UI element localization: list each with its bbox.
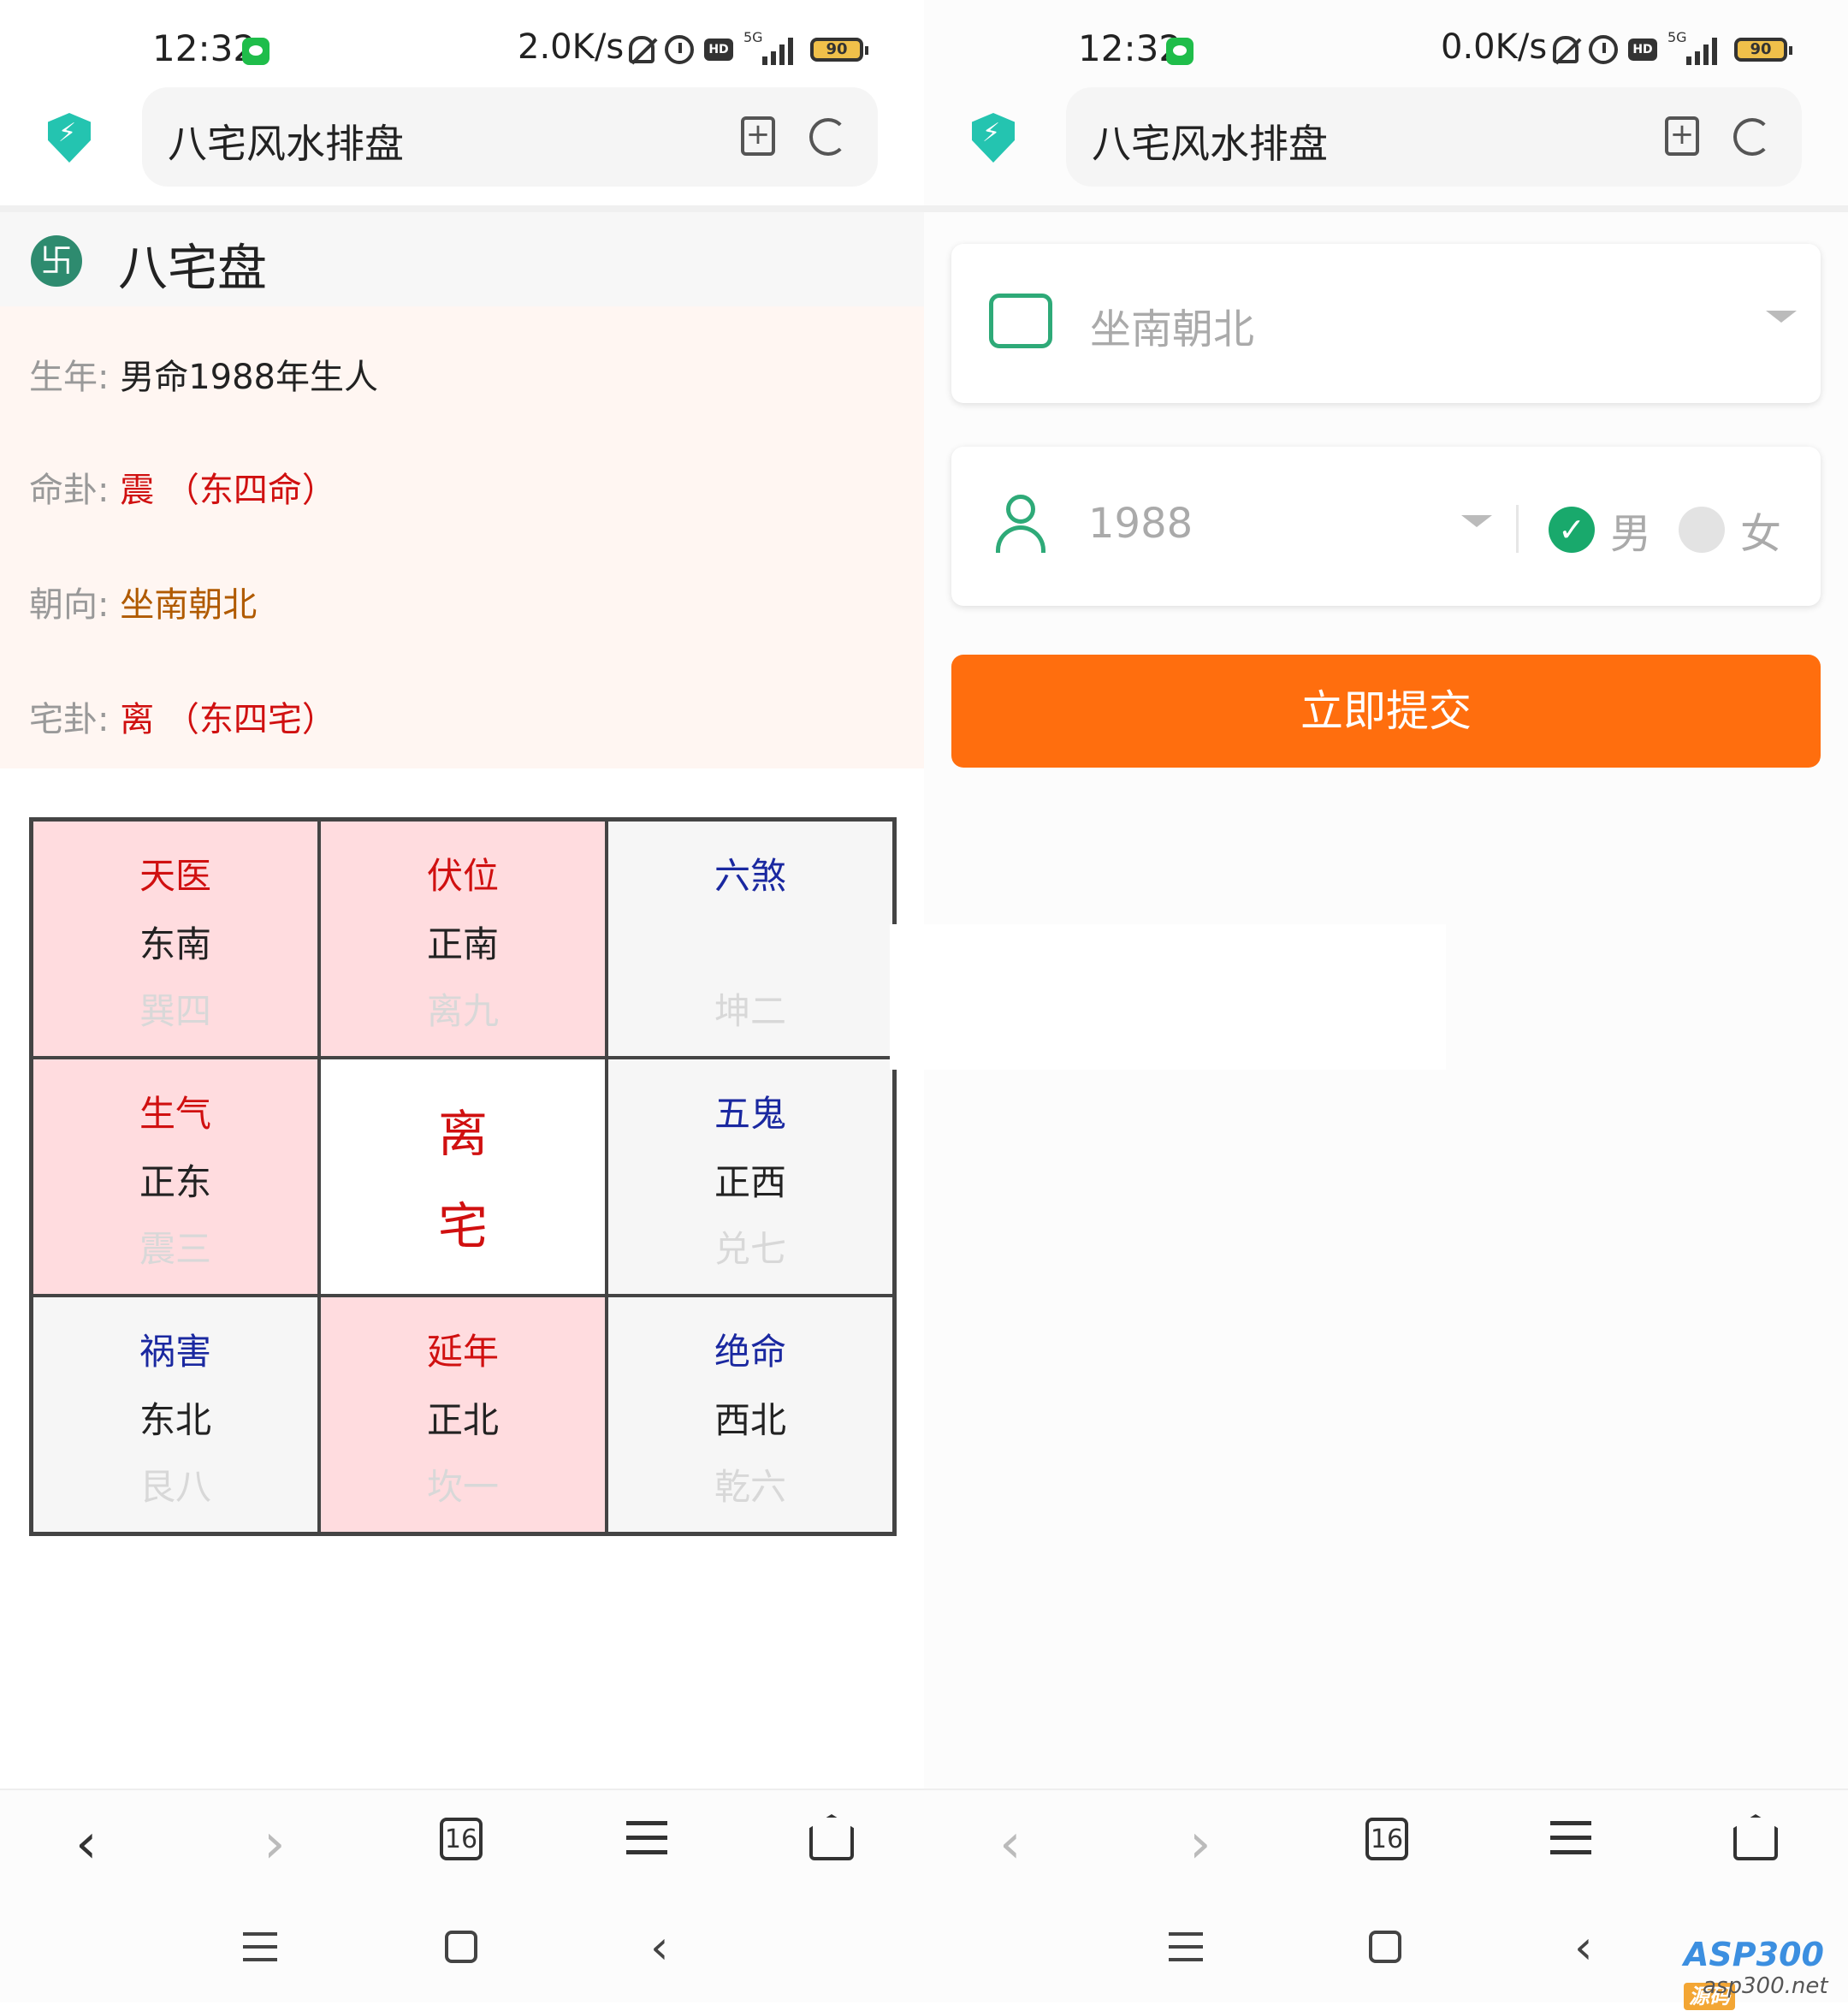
security-shield-icon[interactable]	[972, 113, 1015, 163]
watermark-brand: ASP300	[1684, 1936, 1824, 1973]
grid-cell: 天医 东南 巽四	[32, 820, 319, 1058]
mute-bell-icon	[629, 36, 654, 63]
chevron-down-icon[interactable]	[1461, 515, 1492, 527]
panel-title: 八宅盘	[118, 239, 268, 297]
birth-info-card: 1988 ✓ 男 女	[951, 447, 1821, 606]
battery-icon: 90	[1734, 38, 1792, 62]
divider	[924, 205, 1848, 212]
alarm-icon	[1589, 35, 1618, 64]
security-shield-icon[interactable]	[48, 113, 91, 163]
refresh-icon[interactable]	[809, 118, 847, 156]
menu-icon[interactable]	[1550, 1821, 1591, 1855]
hd-icon: HD	[704, 39, 733, 61]
signal-icon: 5G	[743, 29, 800, 65]
year-select[interactable]: 1988	[1088, 500, 1193, 548]
grid-cell: 延年 正北 坎一	[319, 1296, 607, 1533]
male-label[interactable]: 男	[1610, 500, 1651, 560]
chevron-down-icon	[1766, 311, 1797, 323]
system-recents-icon[interactable]	[1169, 1932, 1203, 1961]
system-home-icon[interactable]	[1369, 1931, 1401, 1963]
info-panel: 生年: 男命1988年生人 命卦: 震 （东四命） 朝向: 坐南朝北 宅卦: 离…	[0, 306, 924, 768]
back-icon[interactable]: ‹	[999, 1812, 1022, 1876]
hd-icon: HD	[1628, 39, 1657, 61]
info-row-birth-year: 生年: 男命1988年生人	[29, 358, 378, 397]
divider	[0, 205, 924, 212]
bagua-logo-icon: 卐	[31, 235, 82, 287]
back-icon[interactable]: ‹	[75, 1812, 98, 1876]
grid-cell: 祸害 东北 艮八	[32, 1296, 319, 1533]
status-bar: 12:32 2.0K/s HD 5G 90	[0, 0, 924, 94]
menu-icon[interactable]	[626, 1821, 667, 1855]
alarm-icon	[665, 35, 694, 64]
info-row-life-trigram: 命卦: 震 （东四命）	[29, 471, 336, 510]
system-back-icon[interactable]: ‹	[1574, 1920, 1593, 1974]
add-bookmark-icon[interactable]: +	[1665, 116, 1699, 156]
info-row-orientation: 朝向: 坐南朝北	[29, 585, 258, 625]
grid-cell: 绝命 西北 乾六	[607, 1296, 894, 1533]
grid-cell: 六煞 坤二	[607, 820, 894, 1058]
status-time: 12:32	[152, 27, 257, 69]
address-bar[interactable]: 八宅风水排盘 +	[1066, 87, 1802, 187]
grid-cell: 五鬼 正西 兑七	[607, 1058, 894, 1296]
wechat-icon	[242, 38, 270, 65]
left-screen: 12:32 2.0K/s HD 5G 90 八宅风水排盘 + 卐 八宅盘 生年:…	[0, 0, 924, 2002]
orientation-select[interactable]: 坐南朝北	[951, 244, 1821, 403]
wechat-icon	[1166, 38, 1194, 65]
divider	[1516, 505, 1519, 553]
system-recents-icon[interactable]	[243, 1932, 277, 1961]
male-radio-checked[interactable]: ✓	[1549, 507, 1595, 553]
female-radio[interactable]	[1679, 507, 1725, 553]
signal-icon: 5G	[1667, 29, 1724, 65]
tabs-count-icon[interactable]: 16	[440, 1818, 483, 1860]
mute-bell-icon	[1553, 36, 1578, 63]
system-home-icon[interactable]	[445, 1931, 477, 1963]
grid-cell: 伏位 正南 离九	[319, 820, 607, 1058]
network-speed: 0.0K/s	[1441, 27, 1548, 67]
bazhai-grid: 天医 东南 巽四 伏位 正南 离九 六煞 坤二 生气 正东 震三 离宅 五鬼 正西 兑七 祸害 东北…	[29, 817, 897, 1536]
refresh-icon[interactable]	[1733, 118, 1771, 156]
tabs-count-icon[interactable]: 16	[1365, 1818, 1408, 1860]
watermark-url: asp300.net	[1703, 1973, 1828, 1999]
submit-button[interactable]: 立即提交	[951, 655, 1821, 768]
grid-cell: 生气 正东 震三	[32, 1058, 319, 1296]
system-back-icon[interactable]: ‹	[650, 1920, 669, 1974]
network-speed: 2.0K/s	[518, 27, 625, 67]
female-label[interactable]: 女	[1740, 500, 1781, 560]
page-title: 八宅风水排盘	[168, 121, 404, 167]
person-icon	[996, 495, 1045, 553]
page-title: 八宅风水排盘	[1092, 121, 1328, 167]
overlay-band	[890, 924, 1446, 1070]
battery-icon: 90	[810, 38, 868, 62]
forward-icon[interactable]: ›	[1189, 1812, 1211, 1876]
add-bookmark-icon[interactable]: +	[741, 116, 775, 156]
status-bar: 12:32 0.0K/s HD 5G 90	[924, 0, 1848, 94]
house-person-icon	[989, 294, 1052, 348]
grid-center-cell: 离宅	[319, 1058, 607, 1296]
info-row-house-trigram: 宅卦: 离 （东四宅）	[29, 700, 336, 739]
orientation-value: 坐南朝北	[1090, 306, 1255, 353]
address-bar[interactable]: 八宅风水排盘 +	[142, 87, 878, 187]
forward-icon[interactable]: ›	[264, 1812, 286, 1876]
